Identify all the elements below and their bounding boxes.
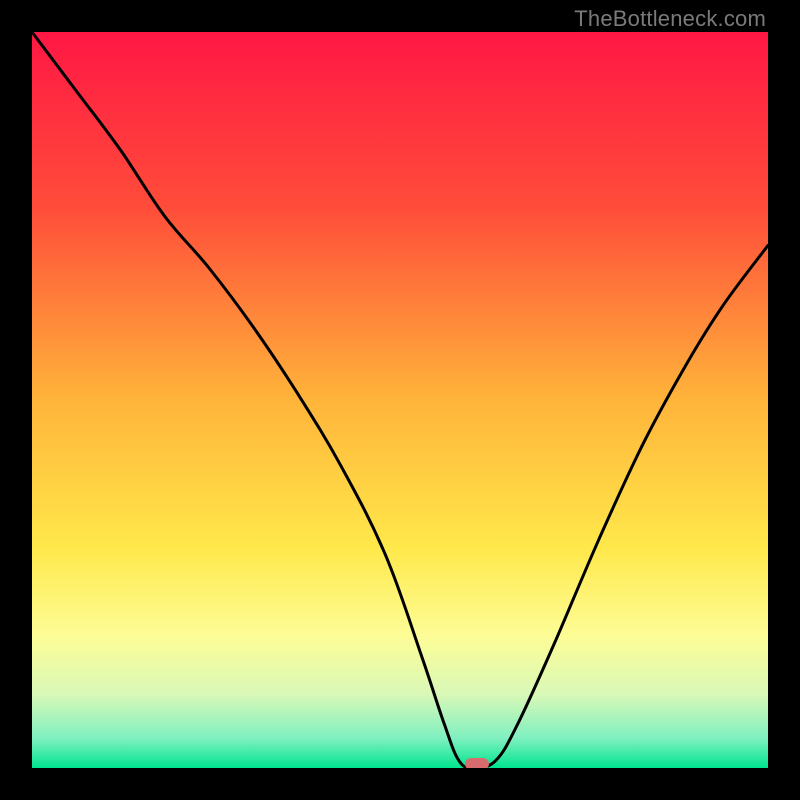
plot-area (32, 32, 768, 768)
bottleneck-curve (32, 32, 768, 768)
chart-frame: TheBottleneck.com (0, 0, 800, 800)
watermark-text: TheBottleneck.com (574, 6, 766, 32)
curve-layer (32, 32, 768, 768)
optimal-marker (465, 758, 489, 768)
